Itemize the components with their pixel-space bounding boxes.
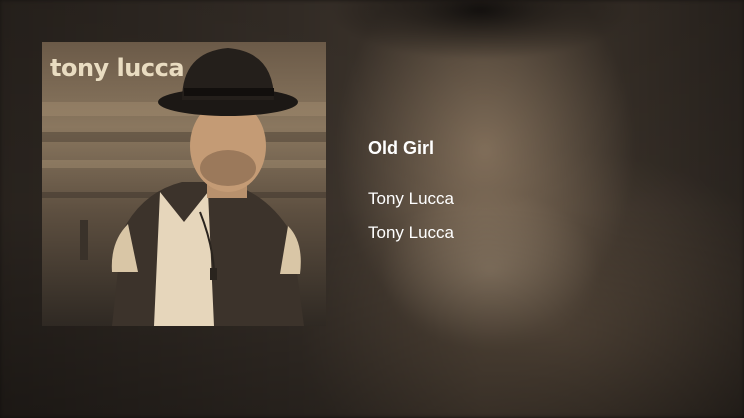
album-cover-art (42, 48, 326, 326)
track-title: Old Girl (368, 138, 435, 158)
track-album: Tony Lucca (368, 223, 454, 242)
album-cover: tony lucca (42, 42, 326, 326)
track-artist: Tony Lucca (368, 189, 454, 208)
album-cover-artist-text: tony lucca (50, 54, 185, 82)
